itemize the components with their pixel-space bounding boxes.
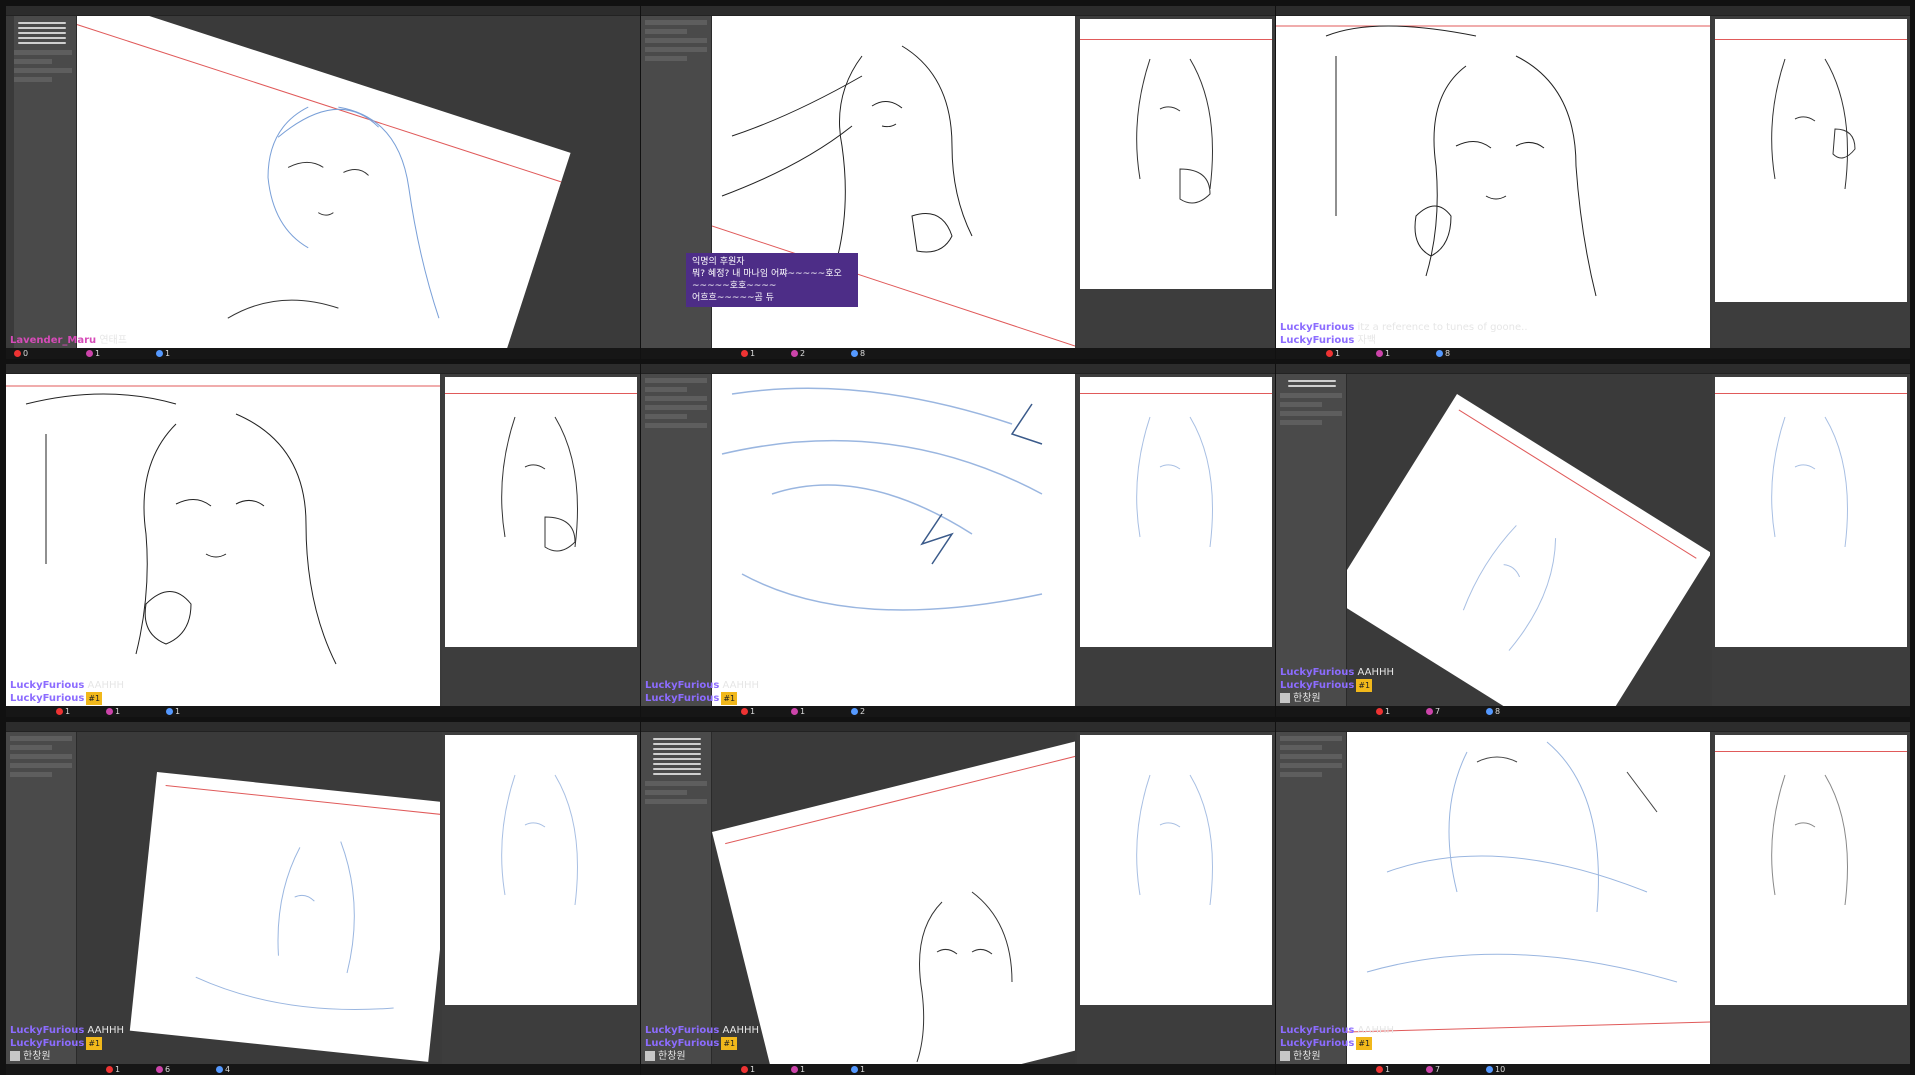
canvas-area[interactable] [1347,732,1710,1075]
stream-status-bar: 1 1 1 [6,706,640,717]
sketch-lines [6,385,440,665]
menu-bar [641,364,1275,379]
stream-status-bar: 1 6 4 [6,1064,640,1075]
panel-7: LuckyFurious AAHHH LuckyFurious #1 한창원 1 … [6,722,640,1075]
avatar [1280,693,1290,703]
panel-9: LuckyFurious AAHHH LuckyFurious #1 한창원 1 … [1276,722,1910,1075]
navigator-preview [1715,735,1907,1005]
avatar [1280,1051,1290,1061]
navigator-panel[interactable] [1077,732,1275,1075]
stream-status-bar: 1 1 2 [641,706,1275,717]
avatar [645,1051,655,1061]
menu-bar [6,364,640,379]
menu-bar [641,722,1275,737]
panel-8: LuckyFurious AAHHH LuckyFurious #1 한창원 1 … [641,722,1275,1075]
canvas-area[interactable] [712,16,1075,359]
stream-status-bar: 1 1 1 [641,1064,1275,1075]
chat-overlay: LuckyFurious AAHHH LuckyFurious #1 [10,680,125,705]
panel-6: LuckyFurious AAHHH LuckyFurious #1 한창원 1 … [1276,364,1910,717]
panel-2: 익명의 후원자 뭐? 혜정? 내 마나임 어쨔~~~~~호오~~~~~호호~~~… [641,6,1275,359]
avatar [10,1051,20,1061]
navigator-panel[interactable] [1077,16,1275,359]
stream-status-bar: 0 1 1 [6,348,640,359]
brush-strokes[interactable] [1288,380,1336,387]
menu-bar [6,722,640,737]
layer-panel[interactable] [641,374,712,717]
brush-strokes[interactable] [653,738,701,775]
menu-bar [641,6,1275,21]
navigator-panel[interactable] [1077,374,1275,717]
sketch-lines [227,106,440,319]
screenshot-grid: Lavender_Maru 연태프 0 1 1 익명의 후원자 뭐? 혜정? 내… [0,0,1915,1075]
navigator-preview [1080,377,1272,647]
stream-status-bar: 1 7 8 [1276,706,1910,717]
brush-strokes[interactable] [18,22,66,44]
brush-panel[interactable] [6,16,77,359]
chat-overlay: LuckyFurious AAHHH LuckyFurious #1 [645,680,760,705]
chat-overlay: LuckyFurious AAHHH LuckyFurious #1 한창원 [1280,1025,1395,1062]
chat-overlay: Lavender_Maru 연태프 [10,335,127,346]
canvas-area[interactable] [712,374,1075,717]
canvas-area[interactable] [6,374,440,717]
tool-column[interactable] [6,16,14,359]
canvas-area[interactable] [77,732,440,1075]
chat-overlay: LuckyFurious itz a reference to tunes of… [1280,322,1528,346]
sketch-lines [712,45,1075,347]
sketch-lines [916,891,1013,1063]
navigator-panel[interactable] [1712,374,1910,717]
drawing-canvas[interactable] [129,772,440,1062]
navigator-preview [1080,735,1272,1005]
stream-status-bar: 1 2 8 [641,348,1275,359]
navigator-panel[interactable] [1712,732,1910,1075]
drawing-canvas[interactable] [1347,394,1710,717]
navigator-preview [1715,377,1907,647]
chat-overlay: LuckyFurious AAHHH LuckyFurious #1 한창원 [10,1025,125,1062]
navigator-preview [445,735,637,1005]
canvas-area[interactable] [77,16,640,359]
navigator-panel[interactable] [1712,16,1910,359]
canvas-area[interactable] [712,732,1075,1075]
donation-alert: 익명의 후원자 뭐? 혜정? 내 마나임 어쨔~~~~~호오~~~~~호호~~~… [686,253,858,307]
menu-bar [1276,722,1910,737]
panel-5: LuckyFurious AAHHH LuckyFurious #1 1 1 2 [641,364,1275,717]
panel-3: LuckyFurious itz a reference to tunes of… [1276,6,1910,359]
navigator-preview [1715,19,1907,302]
navigator-panel[interactable] [442,732,640,1075]
layer-panel[interactable] [641,16,712,359]
navigator-preview [1080,19,1272,289]
navigator-preview [445,377,637,647]
panel-1: Lavender_Maru 연태프 0 1 1 [6,6,640,359]
navigator-panel[interactable] [442,374,640,717]
menu-bar [1276,364,1910,379]
menu-bar [6,6,640,21]
stream-status-bar: 1 1 8 [1276,348,1910,359]
menu-bar [1276,6,1910,21]
canvas-area[interactable] [1276,16,1710,359]
sketch-lines [1276,25,1710,297]
canvas-area[interactable] [1347,374,1710,717]
sketch-lines [721,387,1043,611]
chat-overlay: LuckyFurious AAHHH LuckyFurious #1 한창원 [1280,667,1395,704]
sketch-lines [1347,741,1710,1033]
stream-status-bar: 1 7 10 [1276,1064,1910,1075]
chat-overlay: LuckyFurious AAHHH LuckyFurious #1 한창원 [645,1025,760,1062]
panel-4: LuckyFurious AAHHH LuckyFurious #1 1 1 1 [6,364,640,717]
